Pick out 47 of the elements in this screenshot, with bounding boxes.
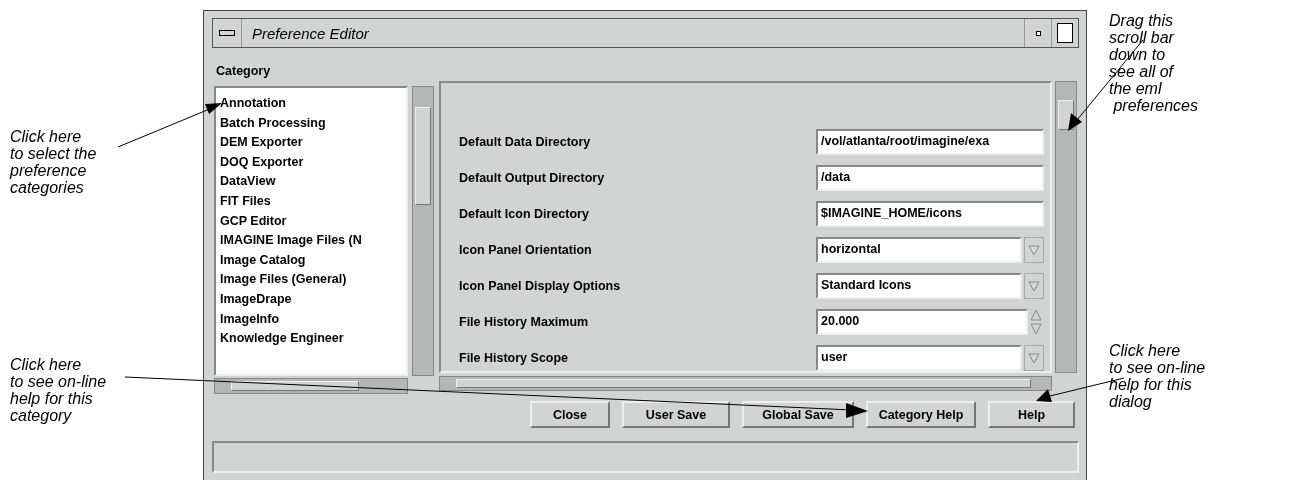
callout-text: Click here to see on-line help for this category	[10, 356, 108, 424]
category-item[interactable]: GCP Editor	[220, 211, 406, 232]
dialog-button[interactable]: Global Save	[742, 401, 854, 428]
category-item[interactable]: Image Files (General)	[220, 270, 406, 290]
vertical-scrollbar[interactable]	[1055, 81, 1077, 373]
category-item[interactable]: DOQ Exporter	[220, 152, 406, 173]
preference-label: Default Data Directory	[459, 135, 592, 149]
callout-text: Drag this scroll bar down to see all of the eml preferences	[1109, 12, 1199, 114]
dialog-button[interactable]: Close	[530, 401, 610, 428]
preference-label: File History Scope	[459, 351, 570, 365]
window-title: Preference Editor	[252, 24, 370, 42]
category-item[interactable]: IMAGINE Image Files (N	[220, 231, 406, 251]
vertical-scrollbar[interactable]	[412, 86, 434, 376]
preference-label: Icon Panel Display Options	[459, 279, 622, 293]
number-field[interactable]: 20.000	[816, 309, 1028, 335]
text-field[interactable]: /data	[816, 165, 1044, 191]
horizontal-scrollbar[interactable]	[214, 378, 408, 394]
category-item[interactable]: DataView	[220, 172, 406, 192]
callout-text: Click here to select the preference categories	[10, 128, 98, 196]
category-label: Category	[216, 64, 272, 80]
preference-label: File History Maximum	[459, 315, 590, 329]
dropdown-field[interactable]: Standard Icons	[816, 273, 1022, 299]
text-field[interactable]: /vol/atlanta/root/imagine/exa	[816, 129, 1044, 155]
dropdown-field[interactable]: user	[816, 345, 1022, 371]
category-item[interactable]: Image Catalog	[220, 250, 406, 271]
category-item[interactable]: FIT Files	[220, 191, 406, 212]
category-item[interactable]: ImageDrape	[220, 289, 406, 310]
maximize-icon[interactable]	[1057, 23, 1073, 43]
window-menu-icon[interactable]	[219, 30, 235, 36]
dialog-button[interactable]: Category Help	[866, 401, 976, 428]
text-field[interactable]: $IMAGINE_HOME/icons	[816, 201, 1044, 227]
category-list[interactable]: Annotation Batch Processing DEM Exporter DOQ Exporter DataView FIT Files GCP Editor IMAGINE Image Files (N Image Catalog Image Files (General) ImageDrape ImageInfo Knowledge Engineer	[214, 86, 408, 376]
dialog-button[interactable]: User Save	[622, 401, 730, 428]
category-item[interactable]: Annotation	[220, 94, 406, 114]
dropdown-field[interactable]: horizontal	[816, 237, 1022, 263]
dialog-button[interactable]: Help	[988, 401, 1075, 428]
category-item[interactable]: Batch Processing	[220, 113, 406, 134]
category-item[interactable]: DEM Exporter	[220, 133, 406, 153]
spinner-icon[interactable]	[1030, 309, 1042, 335]
preference-label: Icon Panel Orientation	[459, 243, 593, 257]
preference-label: Default Icon Directory	[459, 207, 590, 221]
horizontal-scrollbar[interactable]	[439, 376, 1052, 391]
preference-label: Default Output Directory	[459, 171, 606, 185]
category-item[interactable]: Knowledge Engineer	[220, 329, 406, 349]
minimize-icon[interactable]	[1035, 30, 1041, 36]
category-item[interactable]: ImageInfo	[220, 309, 406, 330]
callout-text: Click here to see on-line help for this dialog	[1109, 342, 1207, 410]
